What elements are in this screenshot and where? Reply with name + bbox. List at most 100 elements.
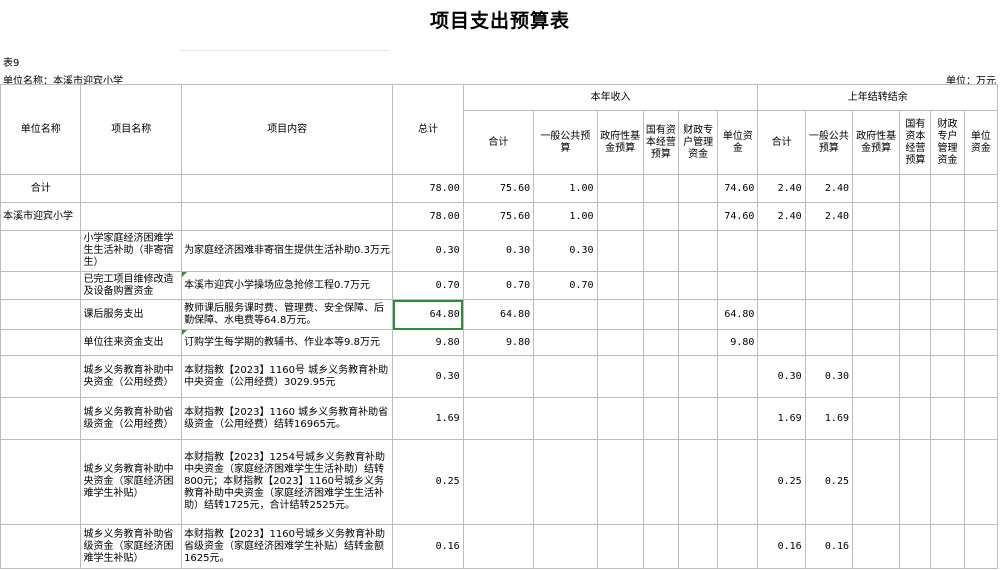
ly-subtotal-cell[interactable]: 2.40 — [757, 202, 806, 231]
ly-state-capital-cell[interactable] — [899, 355, 932, 398]
content-cell[interactable] — [181, 202, 394, 231]
fund-cell[interactable] — [596, 299, 644, 330]
subtotal-cell[interactable]: 9.80 — [462, 329, 535, 356]
special-cell[interactable] — [677, 271, 719, 300]
ly-general-cell[interactable] — [804, 299, 854, 330]
state-capital-cell[interactable] — [642, 355, 679, 398]
state-capital-cell[interactable] — [642, 271, 679, 300]
ly-fund-cell[interactable] — [851, 271, 901, 300]
total-cell[interactable]: 1.69 — [392, 397, 464, 440]
general-cell[interactable] — [533, 329, 598, 356]
ly-general-cell[interactable]: 0.30 — [804, 355, 854, 398]
subtotal-cell[interactable] — [462, 355, 535, 398]
ly-state-capital-cell[interactable] — [899, 439, 932, 525]
content-cell[interactable]: 本财指教【2023】1160号 城乡义务教育补助中央资金（公用经费）3029.9… — [181, 355, 394, 398]
ly-special-cell[interactable] — [930, 439, 965, 525]
unit-cell[interactable] — [0, 299, 82, 330]
subtotal-cell[interactable] — [462, 524, 535, 569]
ly-fund-cell[interactable] — [851, 524, 901, 569]
state-capital-cell[interactable] — [642, 397, 679, 440]
unit-cell[interactable] — [0, 355, 82, 398]
unit-funds-cell[interactable] — [717, 230, 759, 272]
unit-funds-cell[interactable]: 64.80 — [717, 299, 759, 330]
special-cell[interactable] — [677, 355, 719, 398]
ly-special-cell[interactable] — [930, 230, 965, 272]
ly-subtotal-cell[interactable]: 0.30 — [757, 355, 806, 398]
fund-cell[interactable] — [596, 355, 644, 398]
ly-special-cell[interactable] — [930, 299, 965, 330]
ly-fund-cell[interactable] — [851, 230, 901, 272]
total-cell[interactable]: 78.00 — [392, 174, 464, 203]
unit-funds-cell[interactable] — [717, 524, 759, 569]
fund-cell[interactable] — [596, 230, 644, 272]
ly-general-cell[interactable]: 0.16 — [804, 524, 854, 569]
ly-unit-funds-cell[interactable] — [963, 439, 999, 525]
state-capital-cell[interactable] — [642, 202, 679, 231]
ly-special-cell[interactable] — [930, 329, 965, 356]
fund-cell[interactable] — [596, 174, 644, 203]
ly-fund-cell[interactable] — [851, 174, 901, 203]
general-cell[interactable] — [533, 439, 598, 525]
ly-general-cell[interactable]: 1.69 — [804, 397, 854, 440]
ly-subtotal-cell[interactable] — [757, 299, 806, 330]
subtotal-cell[interactable]: 75.60 — [462, 202, 535, 231]
project-cell[interactable]: 单位往来资金支出 — [80, 329, 183, 356]
unit-funds-cell[interactable]: 9.80 — [717, 329, 759, 356]
ly-unit-funds-cell[interactable] — [963, 230, 999, 272]
total-cell[interactable]: 0.16 — [392, 524, 464, 569]
content-cell[interactable] — [181, 174, 394, 203]
unit-funds-cell[interactable] — [717, 271, 759, 300]
project-cell[interactable]: 已完工项目维修改造及设备购置资金 — [80, 271, 183, 300]
state-capital-cell[interactable] — [642, 174, 679, 203]
project-cell[interactable]: 城乡义务教育补助省级资金（家庭经济困难学生补贴） — [80, 524, 183, 569]
total-cell[interactable]: 0.70 — [392, 271, 464, 300]
content-cell[interactable]: 订购学生每学期的教辅书、作业本等9.8万元 — [181, 329, 394, 356]
content-cell[interactable]: 为家庭经济困难非寄宿生提供生活补助0.3万元 — [181, 230, 394, 272]
general-cell[interactable] — [533, 299, 598, 330]
total-cell[interactable]: 0.25 — [392, 439, 464, 525]
general-cell[interactable]: 1.00 — [533, 174, 598, 203]
unit-cell[interactable] — [0, 329, 82, 356]
special-cell[interactable] — [677, 439, 719, 525]
ly-state-capital-cell[interactable] — [899, 329, 932, 356]
ly-state-capital-cell[interactable] — [899, 524, 932, 569]
ly-subtotal-cell[interactable] — [757, 329, 806, 356]
ly-general-cell[interactable]: 0.25 — [804, 439, 854, 525]
special-cell[interactable] — [677, 397, 719, 440]
general-cell[interactable]: 1.00 — [533, 202, 598, 231]
ly-fund-cell[interactable] — [851, 329, 901, 356]
unit-cell[interactable] — [0, 524, 82, 569]
unit-cell[interactable] — [0, 439, 82, 525]
fund-cell[interactable] — [596, 439, 644, 525]
project-cell[interactable] — [80, 174, 183, 203]
total-cell[interactable]: 78.00 — [392, 202, 464, 231]
ly-state-capital-cell[interactable] — [899, 202, 932, 231]
ly-fund-cell[interactable] — [851, 299, 901, 330]
ly-state-capital-cell[interactable] — [899, 174, 932, 203]
ly-fund-cell[interactable] — [851, 202, 901, 231]
ly-fund-cell[interactable] — [851, 355, 901, 398]
total-cell[interactable]: 64.80 — [392, 299, 464, 330]
unit-cell[interactable] — [0, 271, 82, 300]
special-cell[interactable] — [677, 299, 719, 330]
state-capital-cell[interactable] — [642, 439, 679, 525]
subtotal-cell[interactable]: 64.80 — [462, 299, 535, 330]
ly-special-cell[interactable] — [930, 271, 965, 300]
ly-subtotal-cell[interactable] — [757, 271, 806, 300]
ly-state-capital-cell[interactable] — [899, 397, 932, 440]
content-cell[interactable]: 本财指教【2023】1254号城乡义务教育补助中央资金（家庭经济困难学生生活补助… — [181, 439, 394, 525]
ly-unit-funds-cell[interactable] — [963, 299, 999, 330]
total-cell[interactable]: 0.30 — [392, 355, 464, 398]
ly-state-capital-cell[interactable] — [899, 271, 932, 300]
subtotal-cell[interactable] — [462, 439, 535, 525]
subtotal-cell[interactable]: 0.70 — [462, 271, 535, 300]
unit-funds-cell[interactable]: 74.60 — [717, 174, 759, 203]
content-cell[interactable]: 本财指教【2023】1160号城乡义务教育补助省级资金（家庭经济困难学生补贴）结… — [181, 524, 394, 569]
unit-cell[interactable] — [0, 397, 82, 440]
ly-general-cell[interactable] — [804, 230, 854, 272]
special-cell[interactable] — [677, 524, 719, 569]
project-cell[interactable]: 课后服务支出 — [80, 299, 183, 330]
fund-cell[interactable] — [596, 271, 644, 300]
general-cell[interactable]: 0.70 — [533, 271, 598, 300]
subtotal-cell[interactable]: 75.60 — [462, 174, 535, 203]
